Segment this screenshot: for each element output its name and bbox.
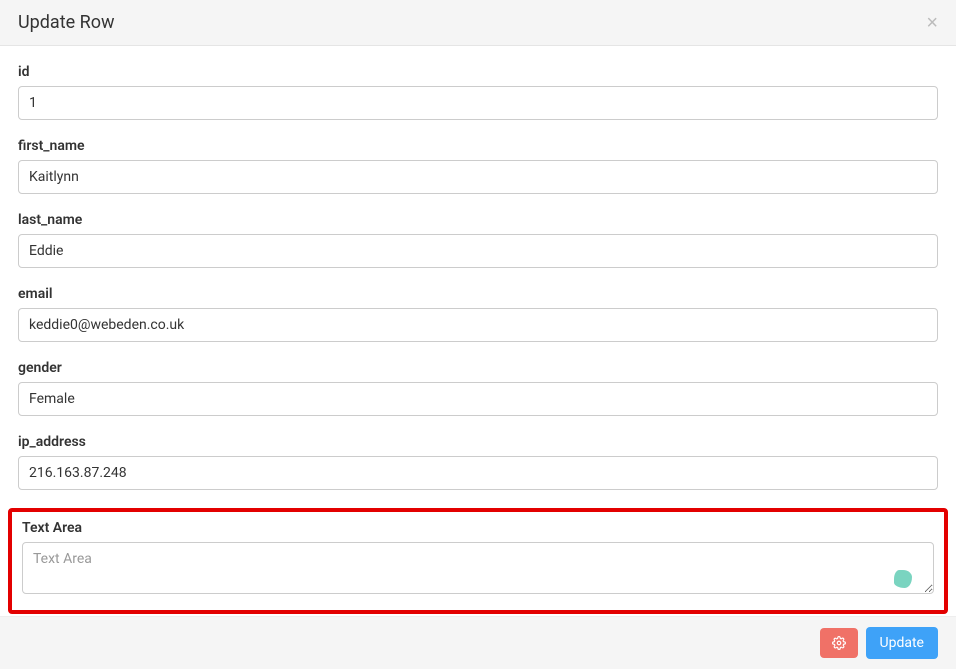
modal-title: Update Row (18, 12, 115, 33)
field-email: email (18, 286, 938, 342)
gear-icon (832, 636, 846, 650)
update-button[interactable]: Update (866, 627, 938, 659)
close-icon: × (926, 12, 938, 34)
settings-button[interactable] (820, 628, 858, 658)
input-text-area[interactable] (22, 542, 934, 594)
input-ip-address[interactable] (18, 456, 938, 490)
modal-body: id first_name last_name email gender ip_… (0, 46, 956, 624)
label-ip-address: ip_address (18, 434, 938, 450)
field-gender: gender (18, 360, 938, 416)
field-first-name: first_name (18, 138, 938, 194)
label-email: email (18, 286, 938, 302)
input-first-name[interactable] (18, 160, 938, 194)
input-email[interactable] (18, 308, 938, 342)
label-first-name: first_name (18, 138, 938, 154)
field-last-name: last_name (18, 212, 938, 268)
close-button[interactable]: × (926, 13, 938, 33)
modal-footer: Update (0, 616, 956, 669)
highlighted-text-area-section: Text Area (8, 508, 948, 614)
label-last-name: last_name (18, 212, 938, 228)
field-id: id (18, 64, 938, 120)
label-id: id (18, 64, 938, 80)
field-text-area: Text Area (22, 520, 934, 598)
input-gender[interactable] (18, 382, 938, 416)
label-gender: gender (18, 360, 938, 376)
input-id[interactable] (18, 86, 938, 120)
label-text-area: Text Area (22, 520, 934, 536)
input-last-name[interactable] (18, 234, 938, 268)
modal-header: Update Row × (0, 0, 956, 46)
field-ip-address: ip_address (18, 434, 938, 490)
